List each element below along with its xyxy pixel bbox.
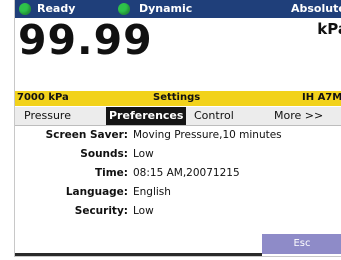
setting-label: Security: <box>74 205 128 217</box>
tab-more[interactable]: More >> <box>271 107 326 125</box>
setting-security[interactable]: Security: Low <box>15 205 341 221</box>
status-mode: Dynamic <box>139 2 193 15</box>
tab-preferences[interactable]: Preferences <box>106 107 187 125</box>
ready-indicator-icon <box>19 3 31 15</box>
setting-value: Moving Pressure,10 minutes <box>133 129 282 141</box>
setting-label: Language: <box>65 186 128 198</box>
status-ready: Ready <box>37 2 76 15</box>
setting-screen-saver[interactable]: Screen Saver: Moving Pressure,10 minutes <box>15 129 341 145</box>
dynamic-indicator-icon <box>118 3 130 15</box>
footer-divider <box>15 253 262 256</box>
setting-value: Low <box>133 148 154 160</box>
setting-value: 08:15 AM,20071215 <box>133 167 240 179</box>
setting-time[interactable]: Time: 08:15 AM,20071215 <box>15 167 341 183</box>
setting-sounds[interactable]: Sounds: Low <box>15 148 341 164</box>
screen-title: Settings <box>153 92 201 103</box>
setting-language[interactable]: Language: English <box>15 186 341 202</box>
pressure-unit: kPa <box>317 20 341 38</box>
instrument-screen: Ready Dynamic Absolute 99.99 kPa 7000 kP… <box>14 0 341 257</box>
range-label: 7000 kPa <box>17 92 69 103</box>
setting-value: English <box>133 186 171 198</box>
esc-button[interactable]: Esc <box>262 234 341 254</box>
model-label: IH A7M <box>302 92 341 103</box>
setting-value: Low <box>133 205 154 217</box>
tab-pressure[interactable]: Pressure <box>21 107 74 125</box>
info-bar: 7000 kPa Settings IH A7M <box>15 91 341 106</box>
status-reference: Absolute <box>291 2 341 15</box>
setting-label: Sounds: <box>80 148 128 160</box>
tab-bar: Pressure Preferences Control More >> <box>15 107 341 126</box>
setting-label: Screen Saver: <box>45 129 128 141</box>
pressure-reading: 99.99 <box>18 16 153 64</box>
setting-label: Time: <box>94 167 128 179</box>
tab-control[interactable]: Control <box>191 107 237 125</box>
